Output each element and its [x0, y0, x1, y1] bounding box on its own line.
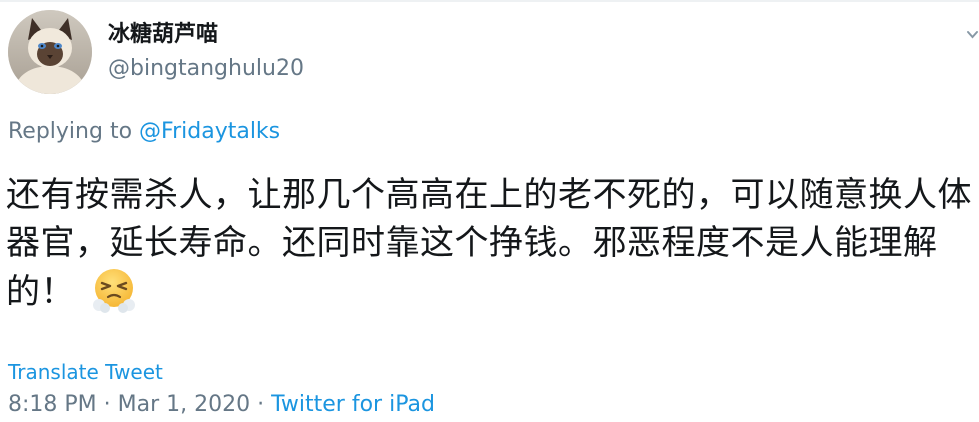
display-name[interactable]: 冰糖葫芦喵: [108, 21, 218, 49]
tweet-text: 还有按需杀人，让那几个高高在上的老不死的，可以随意换人体器官，延长寿命。还同时靠…: [6, 171, 976, 316]
meta-separator: ·: [96, 392, 118, 417]
tweet-time[interactable]: 8:18 PM: [8, 392, 97, 417]
tweet-date[interactable]: Mar 1, 2020: [118, 392, 250, 417]
cat-avatar-icon: [8, 10, 92, 94]
meta-separator: ·: [250, 392, 272, 417]
face-with-steam-from-nose-icon: [93, 269, 135, 313]
user-handle[interactable]: @bingtanghulu20: [108, 55, 304, 83]
replying-prefix: Replying to: [8, 119, 140, 144]
tweet-body: 还有按需杀人，让那几个高高在上的老不死的，可以随意换人体器官，延长寿命。还同时靠…: [6, 175, 972, 312]
chevron-down-icon[interactable]: [966, 28, 979, 42]
avatar[interactable]: [8, 10, 92, 94]
replying-to: Replying to @Fridaytalks: [8, 117, 280, 147]
tweet-card: 冰糖葫芦喵 @bingtanghulu20 Replying to @Frida…: [0, 0, 979, 422]
tweet-meta: 8:18 PM · Mar 1, 2020 · Twitter for iPad: [8, 390, 435, 420]
translate-tweet-link[interactable]: Translate Tweet: [8, 358, 163, 386]
tweet-source-link[interactable]: Twitter for iPad: [271, 392, 435, 417]
divider: [0, 0, 979, 2]
reply-mention-link[interactable]: @Fridaytalks: [139, 119, 280, 144]
